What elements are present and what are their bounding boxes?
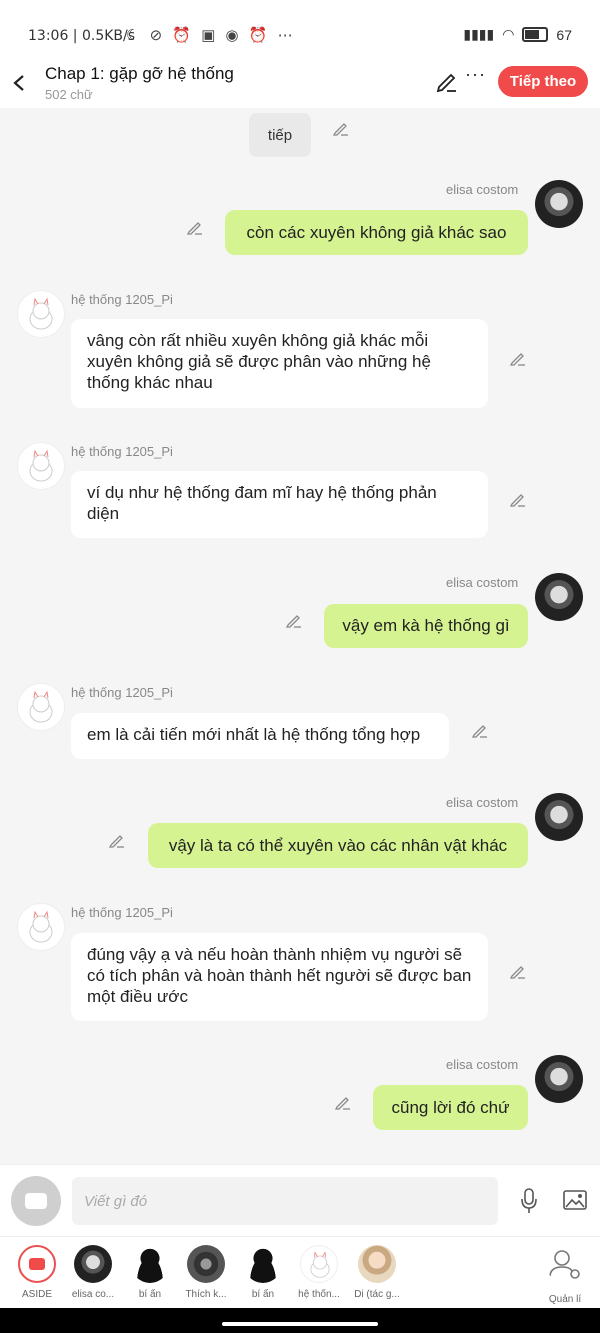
wifi-icon: ◠ bbox=[502, 26, 515, 42]
message-bubble[interactable]: ví dụ như hệ thống đam mĩ hay hệ thống p… bbox=[71, 471, 488, 538]
message-bubble[interactable]: đúng vậy ạ và nếu hoàn thành nhiệm vụ ng… bbox=[71, 933, 488, 1021]
character-unknown[interactable]: bí ẩn bbox=[122, 1245, 178, 1300]
character-system[interactable]: hệ thốn... bbox=[291, 1245, 347, 1300]
pencil-icon[interactable] bbox=[509, 349, 527, 367]
status-bar: 13:06 | 0.5KB/s ☾ ⊘ ⏰ ▣ ◉ ⏰ ⋯ ▮▮▮▮ ◠ 67 bbox=[0, 0, 600, 66]
character-elisa[interactable]: elisa co... bbox=[65, 1245, 121, 1300]
message-author: elisa costom bbox=[446, 795, 519, 810]
message-author: hệ thống 1205_Pi bbox=[71, 292, 173, 307]
chapter-header: Chap 1: gặp gỡ hệ thống 502 chữ ··· Tiếp… bbox=[0, 58, 600, 108]
avatar[interactable] bbox=[535, 180, 583, 228]
character-unknown-2[interactable]: bí ẩn bbox=[235, 1245, 291, 1300]
back-icon[interactable] bbox=[10, 68, 30, 98]
avatar bbox=[300, 1245, 338, 1283]
message-bubble[interactable]: vậy em kà hệ thống gì bbox=[324, 604, 528, 648]
continue-chip[interactable]: tiếp bbox=[249, 113, 311, 157]
message-bubble[interactable]: còn các xuyên không giả khác sao bbox=[225, 210, 528, 255]
pencil-icon[interactable] bbox=[471, 721, 489, 739]
pencil-icon[interactable] bbox=[509, 490, 527, 508]
manage-characters-button[interactable]: Quản lí bbox=[537, 1245, 593, 1305]
avatar[interactable] bbox=[535, 793, 583, 841]
more-icon[interactable]: ··· bbox=[465, 64, 486, 85]
message-input[interactable]: Viết gì đó bbox=[72, 1177, 498, 1225]
edit-icon[interactable] bbox=[434, 68, 460, 94]
signal-icon: ▮▮▮▮ bbox=[463, 26, 495, 42]
message-author: hệ thống 1205_Pi bbox=[71, 444, 173, 459]
status-right: ▮▮▮▮ ◠ 67 bbox=[463, 26, 572, 43]
chat-icon bbox=[25, 1193, 47, 1209]
avatar[interactable] bbox=[17, 290, 65, 338]
character-bar: ASIDE elisa co... bí ẩn Thích k... bí ẩn… bbox=[0, 1236, 600, 1309]
avatar bbox=[131, 1245, 169, 1283]
status-icons: ☾ ⊘ ⏰ ▣ ◉ ⏰ ⋯ bbox=[126, 27, 296, 44]
message-bubble[interactable]: vâng còn rất nhiều xuyên không giả khác … bbox=[71, 319, 488, 408]
pencil-icon[interactable] bbox=[334, 1093, 352, 1111]
avatar[interactable] bbox=[535, 573, 583, 621]
avatar bbox=[244, 1245, 282, 1283]
avatar bbox=[358, 1245, 396, 1283]
avatar[interactable] bbox=[535, 1055, 583, 1103]
aside-toggle-button[interactable] bbox=[11, 1176, 61, 1226]
avatar[interactable] bbox=[17, 903, 65, 951]
message-author: elisa costom bbox=[446, 182, 519, 197]
character-thich[interactable]: Thích k... bbox=[178, 1245, 234, 1300]
word-count: 502 chữ bbox=[45, 87, 93, 102]
system-nav-bar bbox=[0, 1308, 600, 1333]
battery-icon bbox=[522, 27, 549, 42]
message-bubble[interactable]: cũng lời đó chứ bbox=[373, 1085, 528, 1130]
mic-icon[interactable] bbox=[519, 1187, 539, 1215]
user-settings-icon bbox=[549, 1250, 580, 1279]
pencil-icon[interactable] bbox=[108, 831, 126, 849]
message-bubble[interactable]: vậy là ta có thể xuyên vào các nhân vật … bbox=[148, 823, 528, 868]
avatar bbox=[74, 1245, 112, 1283]
status-time: 13:06 | 0.5KB/s bbox=[28, 28, 136, 44]
chat-area[interactable]: tiếp elisa costom còn các xuyên không gi… bbox=[0, 108, 600, 1164]
pencil-icon[interactable] bbox=[332, 119, 350, 137]
character-aside[interactable]: ASIDE bbox=[9, 1245, 65, 1300]
image-icon[interactable] bbox=[562, 1187, 588, 1213]
next-chapter-button[interactable]: Tiếp theo bbox=[498, 66, 588, 97]
avatar[interactable] bbox=[17, 442, 65, 490]
avatar bbox=[187, 1245, 225, 1283]
pencil-icon[interactable] bbox=[186, 218, 204, 236]
pencil-icon[interactable] bbox=[285, 611, 303, 629]
message-author: elisa costom bbox=[446, 575, 519, 590]
avatar[interactable] bbox=[17, 683, 65, 731]
message-author: hệ thống 1205_Pi bbox=[71, 685, 173, 700]
character-author[interactable]: Di (tác g... bbox=[349, 1245, 405, 1300]
chapter-title: Chap 1: gặp gỡ hệ thống bbox=[45, 64, 234, 83]
input-bar: Viết gì đó bbox=[0, 1164, 600, 1237]
battery-level: 67 bbox=[556, 26, 572, 43]
aside-icon bbox=[18, 1245, 56, 1283]
message-author: hệ thống 1205_Pi bbox=[71, 905, 173, 920]
message-author: elisa costom bbox=[446, 1057, 519, 1072]
message-bubble[interactable]: em là cải tiến mới nhất là hệ thống tổng… bbox=[71, 713, 449, 759]
home-indicator[interactable] bbox=[222, 1322, 378, 1326]
pencil-icon[interactable] bbox=[509, 962, 527, 980]
